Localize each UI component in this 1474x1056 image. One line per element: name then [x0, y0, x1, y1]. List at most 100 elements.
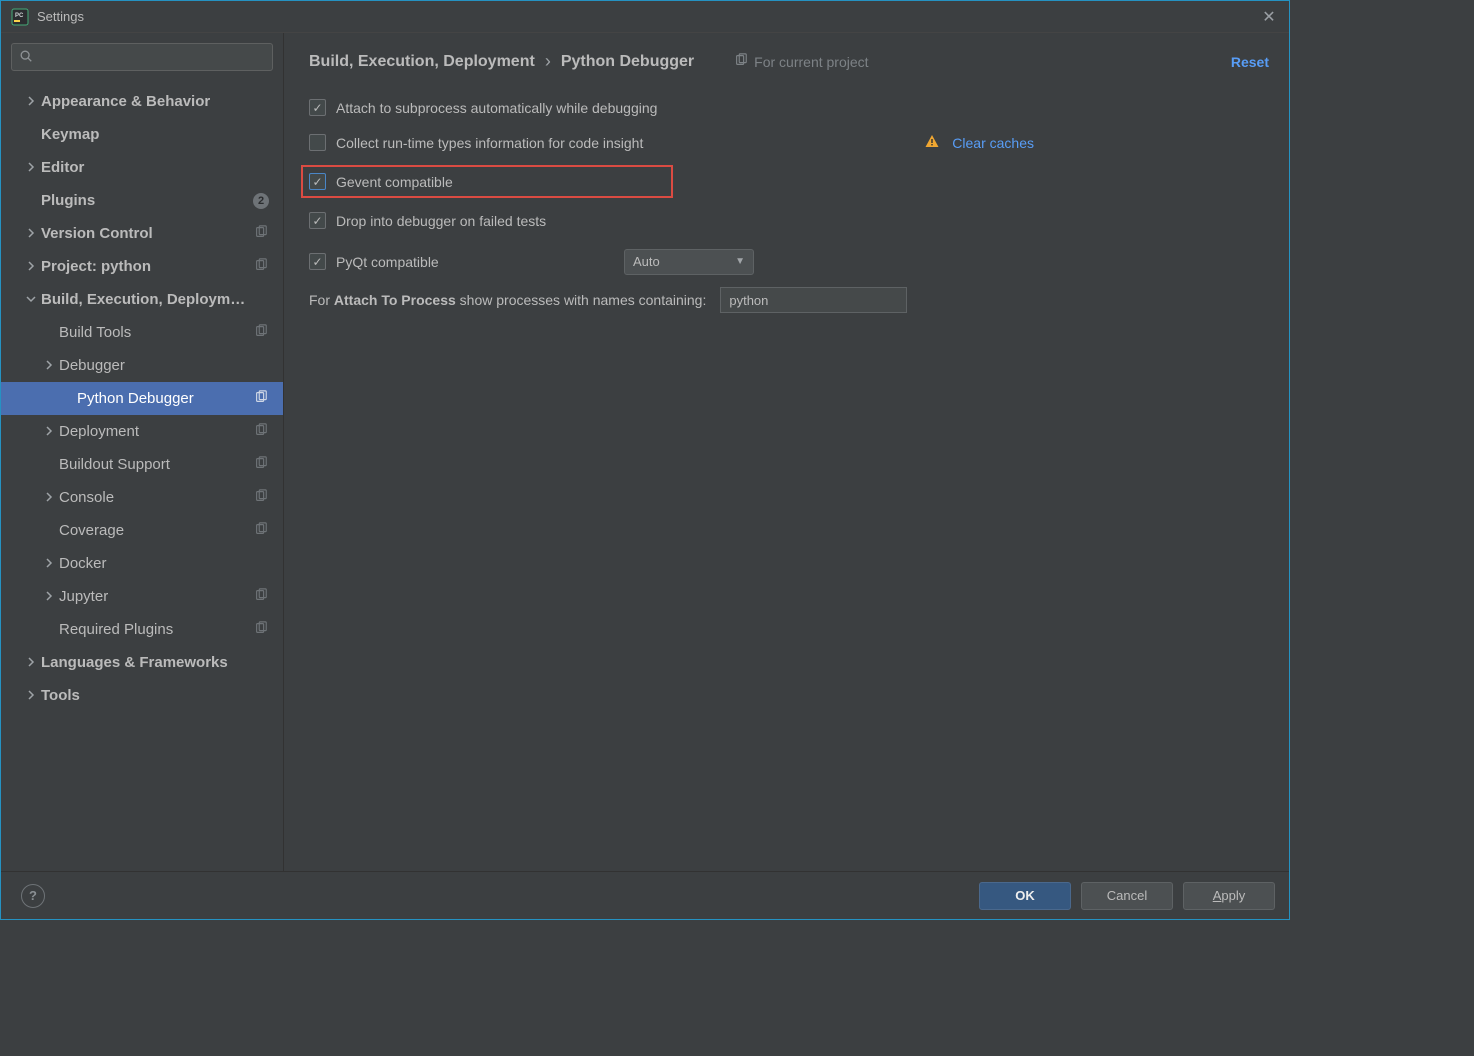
tree-item-label: Buildout Support: [59, 456, 251, 473]
tree-item-label: Appearance & Behavior: [41, 93, 251, 110]
setting-attach-subprocess: Attach to subprocess automatically while…: [309, 90, 1264, 125]
setting-pyqt-compat: PyQt compatible Auto ▼: [309, 244, 1264, 279]
checkbox-pyqt-compat[interactable]: [309, 253, 326, 270]
setting-collect-types-row: Collect run-time types information for c…: [309, 125, 1264, 160]
tree-item[interactable]: ·Required Plugins: [1, 613, 283, 646]
label-drop-on-failed: Drop into debugger on failed tests: [336, 213, 546, 229]
titlebar: PC Settings ✕: [1, 1, 1289, 33]
chevron-down-icon: [23, 293, 39, 307]
chevron-right-icon: [23, 656, 39, 670]
label-gevent-compatible: Gevent compatible: [336, 174, 453, 190]
tree-item[interactable]: Jupyter: [1, 580, 283, 613]
chevron-right-icon: ›: [545, 51, 551, 72]
settings-tree: Appearance & Behavior ·Keymap Editor ·Plug…: [1, 79, 283, 871]
svg-text:PC: PC: [15, 13, 24, 19]
tree-item[interactable]: Docker: [1, 547, 283, 580]
chevron-right-icon: [23, 227, 39, 241]
chevron-right-icon: [23, 689, 39, 703]
tree-item[interactable]: ·Coverage: [1, 514, 283, 547]
tree-item-label: Console: [59, 489, 251, 506]
ok-button[interactable]: OK: [979, 882, 1071, 910]
project-scope-note: For current project: [734, 53, 868, 70]
tree-item[interactable]: ·Buildout Support: [1, 448, 283, 481]
breadcrumb-part: Build, Execution, Deployment: [309, 53, 535, 71]
tree-item[interactable]: Languages & Frameworks: [1, 646, 283, 679]
tree-item-label: Docker: [59, 555, 251, 572]
tree-item-label: Plugins: [41, 192, 251, 209]
search-input[interactable]: [11, 43, 273, 71]
project-scope-label: For current project: [754, 54, 868, 70]
tree-item[interactable]: Console: [1, 481, 283, 514]
warning-icon: [924, 133, 940, 153]
checkbox-attach-subprocess[interactable]: [309, 99, 326, 116]
project-scope-icon: [254, 258, 268, 276]
tree-item[interactable]: ·Keymap: [1, 118, 283, 151]
tree-item-label: Deployment: [59, 423, 251, 440]
count-badge: 2: [253, 193, 269, 209]
tree-item-label: Python Debugger: [77, 390, 251, 407]
project-scope-icon: [254, 456, 268, 474]
reset-link[interactable]: Reset: [1231, 54, 1269, 70]
setting-drop-on-failed: Drop into debugger on failed tests: [309, 203, 1264, 238]
chevron-right-icon: [41, 425, 57, 439]
attach-to-process-label: For Attach To Process show processes wit…: [309, 292, 706, 308]
tree-item-label: Editor: [41, 159, 251, 176]
checkbox-collect-types[interactable]: [309, 134, 326, 151]
tree-item[interactable]: ·Plugins2: [1, 184, 283, 217]
chevron-down-icon: ▼: [735, 256, 745, 267]
project-scope-icon: [254, 489, 268, 507]
tree-item[interactable]: Editor: [1, 151, 283, 184]
project-scope-icon: [254, 621, 268, 639]
project-scope-icon: [254, 423, 268, 441]
chevron-right-icon: [23, 95, 39, 109]
tree-item[interactable]: ·Build Tools: [1, 316, 283, 349]
apply-button[interactable]: Apply: [1183, 882, 1275, 910]
setting-gevent-compatible-row: Gevent compatible: [309, 163, 1264, 200]
tree-item[interactable]: ·Python Debugger: [1, 382, 283, 415]
select-pyqt-mode[interactable]: Auto ▼: [624, 249, 754, 275]
tree-item-label: Tools: [41, 687, 251, 704]
project-scope-icon: [254, 390, 268, 408]
content-body: Attach to subprocess automatically while…: [284, 80, 1289, 871]
help-button[interactable]: ?: [21, 884, 45, 908]
tree-item[interactable]: Deployment: [1, 415, 283, 448]
tree-item[interactable]: Appearance & Behavior: [1, 85, 283, 118]
footer: ? OK Cancel Apply: [1, 871, 1289, 919]
tree-item-label: Version Control: [41, 225, 251, 242]
attach-to-process-row: For Attach To Process show processes wit…: [309, 287, 1264, 313]
tree-item-label: Jupyter: [59, 588, 251, 605]
content: Build, Execution, Deployment › Python De…: [284, 33, 1289, 871]
tree-item[interactable]: Version Control: [1, 217, 283, 250]
app-icon: PC: [11, 8, 29, 26]
checkbox-gevent-compatible[interactable]: [309, 173, 326, 190]
apply-button-rest: pply: [1221, 888, 1245, 903]
tree-item[interactable]: Tools: [1, 679, 283, 712]
breadcrumb: Build, Execution, Deployment › Python De…: [309, 51, 694, 72]
close-icon[interactable]: ✕: [1259, 7, 1279, 27]
chevron-right-icon: [41, 590, 57, 604]
tree-item[interactable]: Debugger: [1, 349, 283, 382]
label-collect-types: Collect run-time types information for c…: [336, 135, 643, 151]
chevron-right-icon: [41, 491, 57, 505]
tree-item-label: Coverage: [59, 522, 251, 539]
project-scope-icon: [734, 53, 748, 70]
tree-item[interactable]: Build, Execution, Deployment: [1, 283, 283, 316]
chevron-right-icon: [23, 260, 39, 274]
settings-window: PC Settings ✕ Appearance & Behavior ·Keym…: [0, 0, 1290, 920]
cancel-button[interactable]: Cancel: [1081, 882, 1173, 910]
label-pyqt-compat: PyQt compatible: [336, 254, 614, 270]
chevron-right-icon: [41, 557, 57, 571]
content-header: Build, Execution, Deployment › Python De…: [284, 33, 1289, 80]
clear-caches-link[interactable]: Clear caches: [952, 135, 1034, 151]
tree-item-label: Project: python: [41, 258, 251, 275]
chevron-right-icon: [41, 359, 57, 373]
project-scope-icon: [254, 324, 268, 342]
tree-item-label: Build, Execution, Deployment: [41, 291, 251, 308]
search-wrap: [1, 43, 283, 79]
highlight-box: Gevent compatible: [301, 165, 673, 198]
clear-caches-block: Clear caches: [924, 133, 1034, 153]
checkbox-drop-on-failed[interactable]: [309, 212, 326, 229]
attach-to-process-input[interactable]: [720, 287, 907, 313]
project-scope-icon: [254, 225, 268, 243]
tree-item[interactable]: Project: python: [1, 250, 283, 283]
